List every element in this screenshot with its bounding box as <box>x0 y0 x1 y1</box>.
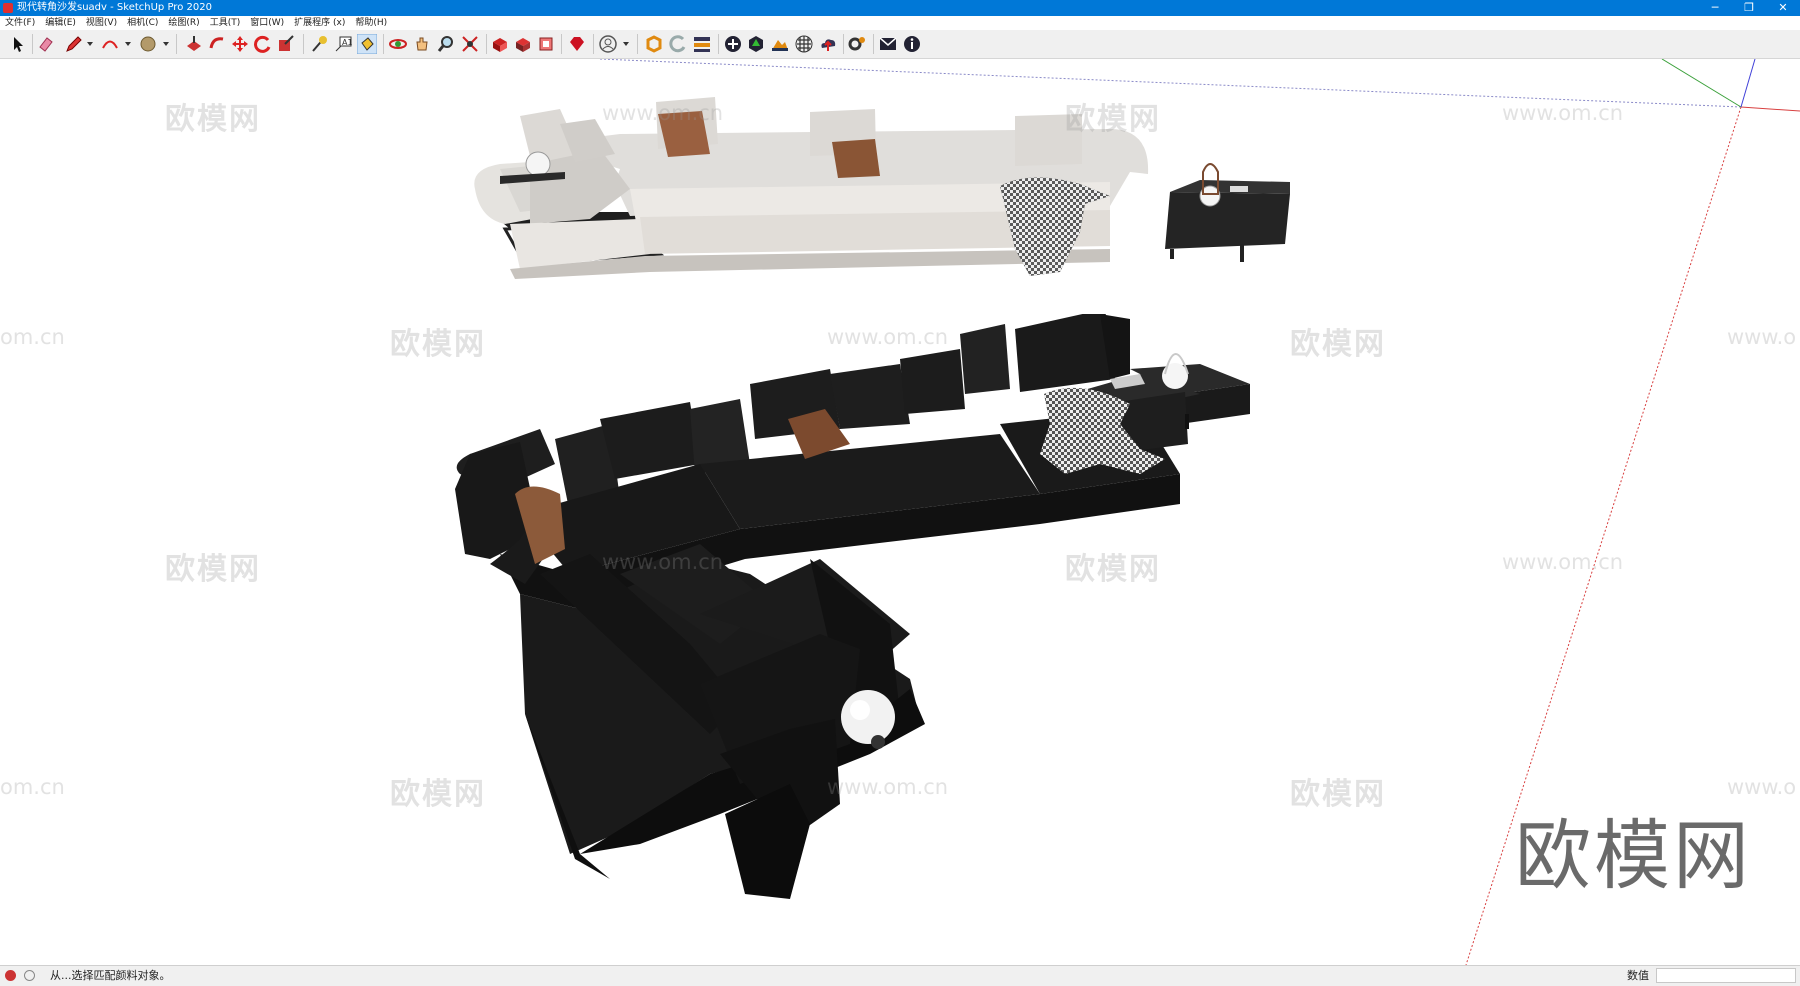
arc-icon[interactable] <box>100 34 120 54</box>
status-bar: 从...选择匹配颜料对象。 数值 <box>0 965 1800 986</box>
toolbar-separator <box>383 34 384 54</box>
watermark-url-partial: om.cn <box>0 325 65 349</box>
menu-file[interactable]: 文件(F) <box>0 16 40 30</box>
pencil-icon[interactable] <box>64 34 84 54</box>
select-icon[interactable] <box>8 34 28 54</box>
dark-sectional-sofa-model[interactable] <box>440 314 1370 964</box>
brand-watermark: 欧模网 <box>1515 811 1752 900</box>
scale-icon[interactable] <box>276 34 296 54</box>
watermark: 欧模网 <box>165 552 261 587</box>
orbit-icon[interactable] <box>388 34 408 54</box>
toolbar-separator <box>176 34 177 54</box>
pencil-dropdown-arrow[interactable] <box>87 42 93 46</box>
watermark-url-partial: www.o <box>1727 325 1797 349</box>
watermark-url: www.om.cn <box>1502 101 1624 125</box>
material-icon[interactable] <box>794 34 814 54</box>
menu-extensions[interactable]: 扩展程序 (x) <box>289 16 350 30</box>
watermark: 欧模网 <box>165 102 261 137</box>
text-icon[interactable]: A1 <box>333 34 353 54</box>
toolbar-separator <box>561 34 562 54</box>
extension-warehouse-icon[interactable] <box>513 34 533 54</box>
toolbar-separator <box>593 34 594 54</box>
toolbar-separator <box>873 34 874 54</box>
window-title: 现代转角沙发suadv - SketchUp Pro 2020 <box>17 2 212 13</box>
terrain-icon[interactable] <box>770 34 790 54</box>
toolbar-separator <box>843 34 844 54</box>
watermark-url: www.om.cn <box>602 101 724 125</box>
title-bar: 现代转角沙发suadv - SketchUp Pro 2020 ─ ❐ ✕ <box>0 0 1800 16</box>
watermark: 欧模网 <box>1290 777 1386 812</box>
menu-draw[interactable]: 绘图(R) <box>163 16 204 30</box>
3d-warehouse-icon[interactable] <box>490 34 510 54</box>
svg-text:A1: A1 <box>342 38 353 47</box>
menu-camera[interactable]: 相机(C) <box>122 16 163 30</box>
mail-icon[interactable] <box>878 34 898 54</box>
follow-me-icon[interactable] <box>207 34 227 54</box>
toolbar-separator <box>32 34 33 54</box>
rotate-icon[interactable] <box>253 34 273 54</box>
watermark-url-partial: om.cn <box>0 775 65 799</box>
menu-tools[interactable]: 工具(T) <box>205 16 246 30</box>
zoom-extents-icon[interactable] <box>460 34 480 54</box>
arc-dropdown-arrow[interactable] <box>125 42 131 46</box>
ruby-icon[interactable] <box>567 34 587 54</box>
watermark: 欧模网 <box>1290 327 1386 362</box>
sketchup-app-icon <box>3 3 13 13</box>
close-button[interactable]: ✕ <box>1766 0 1800 16</box>
menu-help[interactable]: 帮助(H) <box>350 16 392 30</box>
menu-bar: 文件(F) 编辑(E) 视图(V) 相机(C) 绘图(R) 工具(T) 窗口(W) 扩展程序 … <box>0 16 1800 30</box>
toolbar-separator <box>637 34 638 54</box>
menu-window[interactable]: 窗口(W) <box>245 16 289 30</box>
push-pull-icon[interactable] <box>184 34 204 54</box>
circle-icon[interactable] <box>138 34 158 54</box>
menu-edit[interactable]: 编辑(E) <box>40 16 81 30</box>
toolbar-separator <box>718 34 719 54</box>
move-icon[interactable] <box>230 34 250 54</box>
toolbar-separator <box>303 34 304 54</box>
shape-dropdown-arrow[interactable] <box>163 42 169 46</box>
account-icon[interactable] <box>598 34 618 54</box>
zoom-icon[interactable] <box>436 34 456 54</box>
pan-icon[interactable] <box>412 34 432 54</box>
account-dropdown-arrow[interactable] <box>623 42 629 46</box>
add-icon[interactable] <box>723 34 743 54</box>
help-icon[interactable] <box>24 970 35 981</box>
sync-icon[interactable] <box>644 34 664 54</box>
watermark-url: www.om.cn <box>827 325 949 349</box>
tape-measure-icon[interactable] <box>309 34 329 54</box>
sandbox-icon[interactable] <box>746 34 766 54</box>
restore-button[interactable]: ❐ <box>1732 0 1766 16</box>
minimize-button[interactable]: ─ <box>1698 0 1732 16</box>
menu-view[interactable]: 视图(V) <box>81 16 122 30</box>
measurements-label: 数值 <box>1627 969 1649 982</box>
watermark-url: www.om.cn <box>1502 550 1624 574</box>
refresh-icon[interactable] <box>668 34 688 54</box>
measurements-input[interactable] <box>1656 968 1796 983</box>
status-message: 从...选择匹配颜料对象。 <box>50 969 171 982</box>
watermark: 欧模网 <box>1065 102 1161 137</box>
info-icon[interactable] <box>902 34 922 54</box>
paint-bucket-icon[interactable] <box>357 34 377 54</box>
cloud-icon[interactable] <box>818 34 838 54</box>
watermark-url: www.om.cn <box>602 550 724 574</box>
watermark: 欧模网 <box>390 777 486 812</box>
settings-icon[interactable] <box>847 34 867 54</box>
main-toolbar: A1 <box>0 30 1800 59</box>
layout-icon[interactable] <box>536 34 556 54</box>
scenes-icon[interactable] <box>692 34 712 54</box>
geo-location-icon[interactable] <box>5 970 16 981</box>
watermark-url: www.om.cn <box>827 775 949 799</box>
toolbar-separator <box>486 34 487 54</box>
model-viewport[interactable]: 欧模网 欧模网 www.om.cn www.om.cn 欧模网 欧模网 www.… <box>0 59 1800 965</box>
eraser-icon[interactable] <box>36 34 56 54</box>
light-sectional-sofa-model[interactable] <box>470 94 1300 304</box>
watermark: 欧模网 <box>390 327 486 362</box>
watermark: 欧模网 <box>1065 552 1161 587</box>
